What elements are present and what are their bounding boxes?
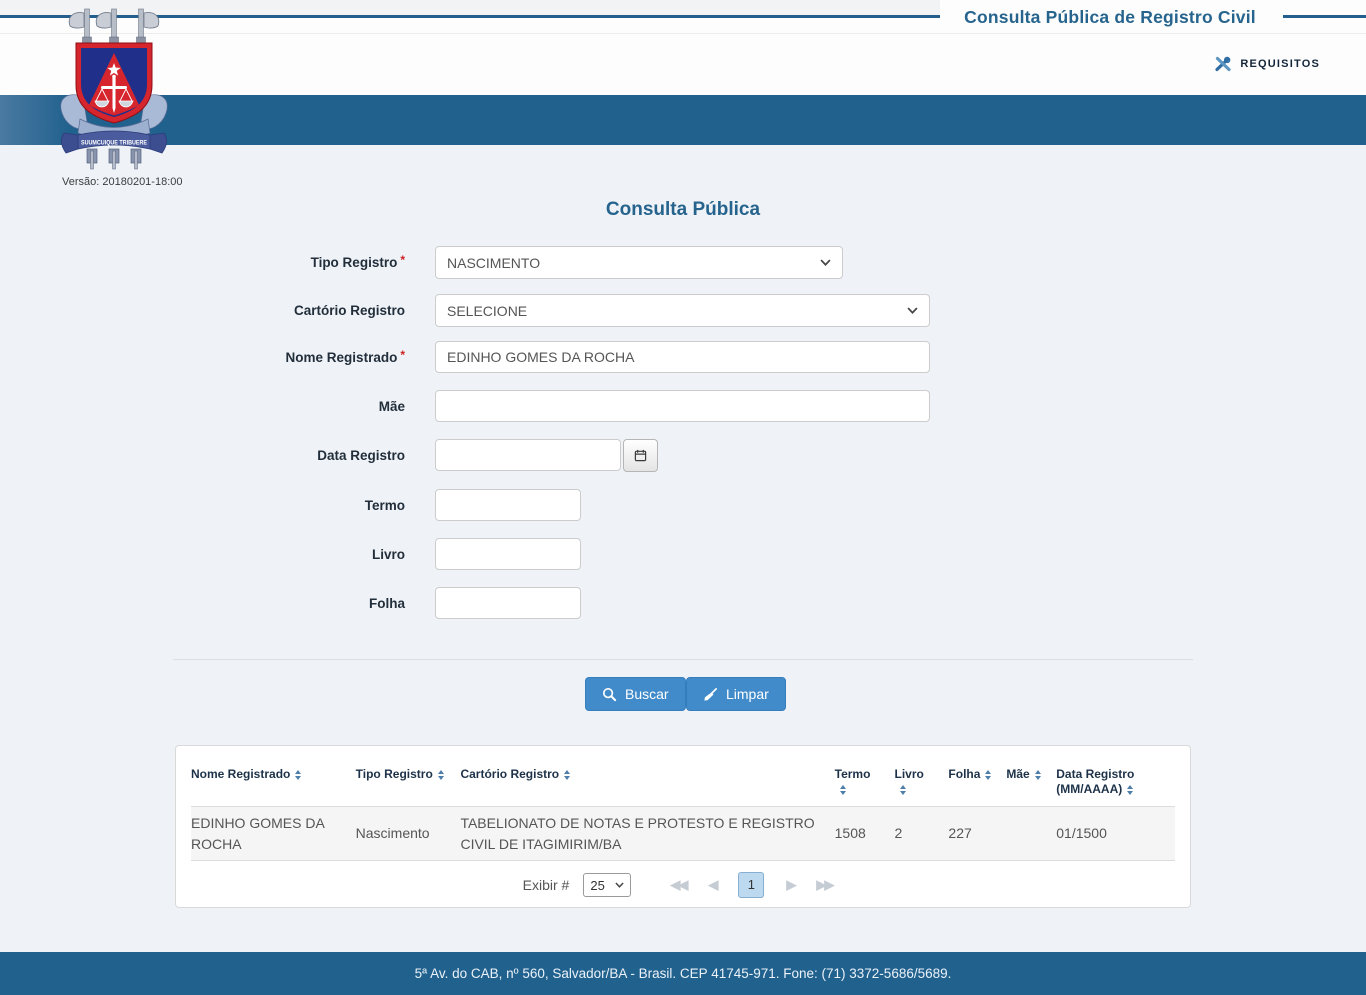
calendar-button[interactable] <box>623 439 658 472</box>
coat-of-arms-icon: SUUMCUIQUE TRIBUERE <box>60 8 168 170</box>
label-text: Mãe <box>378 399 405 414</box>
sort-icon <box>899 785 906 795</box>
current-page-button[interactable]: 1 <box>738 872 765 898</box>
table-header-row: Nome Registrado Tipo Registro Cartório R… <box>191 754 1175 806</box>
termo-input[interactable] <box>435 489 581 521</box>
cell-cartorio-registro: TABELIONATO DE NOTAS E PROTESTO E REGIST… <box>460 814 815 852</box>
requisitos-label: REQUISITOS <box>1240 58 1320 70</box>
tipo-registro-label: Tipo Registro * <box>175 253 405 270</box>
data-registro-input[interactable] <box>435 439 621 471</box>
header-rule-right <box>1283 15 1366 18</box>
last-page-button[interactable]: ▶▶ <box>816 877 834 893</box>
pagination: Exibir # 25 ◀◀ ◀ 1 ▶ ▶▶ <box>191 872 1175 898</box>
exibir-label: Exibir # <box>522 877 570 893</box>
cell-data-registro: 01/1500 <box>1056 825 1107 841</box>
limpar-label: Limpar <box>726 686 769 702</box>
mae-input[interactable] <box>435 390 930 422</box>
col-label: Tipo Registro <box>355 767 433 781</box>
sort-icon <box>985 770 992 780</box>
label-text: Cartório Registro <box>293 303 405 318</box>
tools-icon <box>1215 56 1231 72</box>
buscar-button[interactable]: Buscar <box>585 677 686 711</box>
cartorio-registro-label: Cartório Registro <box>175 303 405 318</box>
search-icon <box>602 687 617 701</box>
sort-icon <box>839 785 846 795</box>
form-divider <box>173 659 1193 660</box>
tjba-logo: SUUMCUIQUE TRIBUERE <box>53 3 175 175</box>
sort-icon <box>1127 785 1134 795</box>
buscar-label: Buscar <box>625 686 669 702</box>
sort-icon <box>437 770 444 780</box>
calendar-icon <box>634 449 647 462</box>
header-sub-rule <box>0 33 1366 34</box>
limpar-button[interactable]: Limpar <box>686 677 786 711</box>
page-size-value: 25 <box>590 877 605 893</box>
cell-folha: 227 <box>948 825 972 841</box>
requisitos-link[interactable]: REQUISITOS <box>1214 56 1320 72</box>
chevron-down-icon <box>820 259 831 266</box>
required-mark: * <box>400 253 405 267</box>
folha-input[interactable] <box>435 587 581 619</box>
sort-icon <box>564 770 571 780</box>
nome-registrado-input[interactable] <box>435 341 930 373</box>
col-label: Cartório Registro <box>460 767 560 781</box>
data-registro-label: Data Registro <box>175 448 405 463</box>
table-row: EDINHO GOMES DA ROCHA Nascimento TABELIO… <box>191 806 1175 861</box>
cell-nome-registrado: EDINHO GOMES DA ROCHA <box>191 814 325 852</box>
header-banner <box>0 95 1366 145</box>
col-header-tipo-registro[interactable]: Tipo Registro <box>356 767 461 782</box>
form-title: Consulta Pública <box>605 199 761 220</box>
termo-label: Termo <box>175 498 405 513</box>
col-label: Folha <box>948 767 981 781</box>
cell-termo: 1508 <box>834 825 866 841</box>
col-label: Mãe <box>1006 767 1030 781</box>
sort-icon <box>295 770 302 780</box>
col-header-nome-registrado[interactable]: Nome Registrado <box>191 767 356 782</box>
next-page-button[interactable]: ▶ <box>786 877 796 893</box>
col-header-cartorio-registro[interactable]: Cartório Registro <box>460 767 834 782</box>
cell-tipo-registro: Nascimento <box>355 825 430 841</box>
col-header-livro[interactable]: Livro <box>895 767 949 797</box>
chevron-down-icon <box>907 307 918 314</box>
required-mark: * <box>400 348 405 362</box>
broom-icon <box>704 687 717 701</box>
label-text: Nome Registrado <box>285 350 398 365</box>
livro-input[interactable] <box>435 538 581 570</box>
footer-address: 5ª Av. do CAB, nº 560, Salvador/BA - Bra… <box>414 966 952 981</box>
label-text: Livro <box>371 547 405 562</box>
logo-motto: SUUMCUIQUE TRIBUERE <box>81 140 148 147</box>
col-label: Data Registro (MM/AAAA) <box>1056 767 1135 796</box>
label-text: Folha <box>369 596 405 611</box>
folha-label: Folha <box>175 596 405 611</box>
tipo-registro-select[interactable]: NASCIMENTO <box>435 246 843 279</box>
page-title: Consulta Pública de Registro Civil <box>964 7 1256 27</box>
label-text: Termo <box>364 498 405 513</box>
cartorio-registro-select[interactable]: SELECIONE <box>435 294 930 327</box>
livro-label: Livro <box>175 547 405 562</box>
page-size-select[interactable]: 25 <box>583 873 632 897</box>
nome-registrado-label: Nome Registrado * <box>175 348 405 365</box>
col-header-data-registro[interactable]: Data Registro (MM/AAAA) <box>1056 767 1175 797</box>
col-label: Nome Registrado <box>191 767 291 781</box>
mae-label: Mãe <box>175 399 405 414</box>
col-header-termo[interactable]: Termo <box>835 767 895 797</box>
label-text: Data Registro <box>317 448 405 463</box>
results-panel: Nome Registrado Tipo Registro Cartório R… <box>175 745 1191 908</box>
label-text: Tipo Registro <box>310 255 398 270</box>
col-label: Livro <box>894 767 924 781</box>
col-header-folha[interactable]: Folha <box>948 767 1006 782</box>
tipo-registro-value: NASCIMENTO <box>447 254 541 271</box>
cartorio-registro-value: SELECIONE <box>447 302 528 319</box>
first-page-button[interactable]: ◀◀ <box>670 877 688 893</box>
sort-icon <box>1034 770 1041 780</box>
footer: 5ª Av. do CAB, nº 560, Salvador/BA - Bra… <box>0 952 1366 995</box>
cell-livro: 2 <box>894 825 903 841</box>
col-header-mae[interactable]: Mãe <box>1006 767 1056 782</box>
consulta-publica-page: Consulta Pública de Registro Civil REQUI… <box>0 0 1366 995</box>
col-label: Termo <box>834 767 871 781</box>
version-text: Versão: 20180201-18:00 <box>62 176 183 188</box>
prev-page-button[interactable]: ◀ <box>708 877 718 893</box>
chevron-down-icon <box>615 882 624 888</box>
